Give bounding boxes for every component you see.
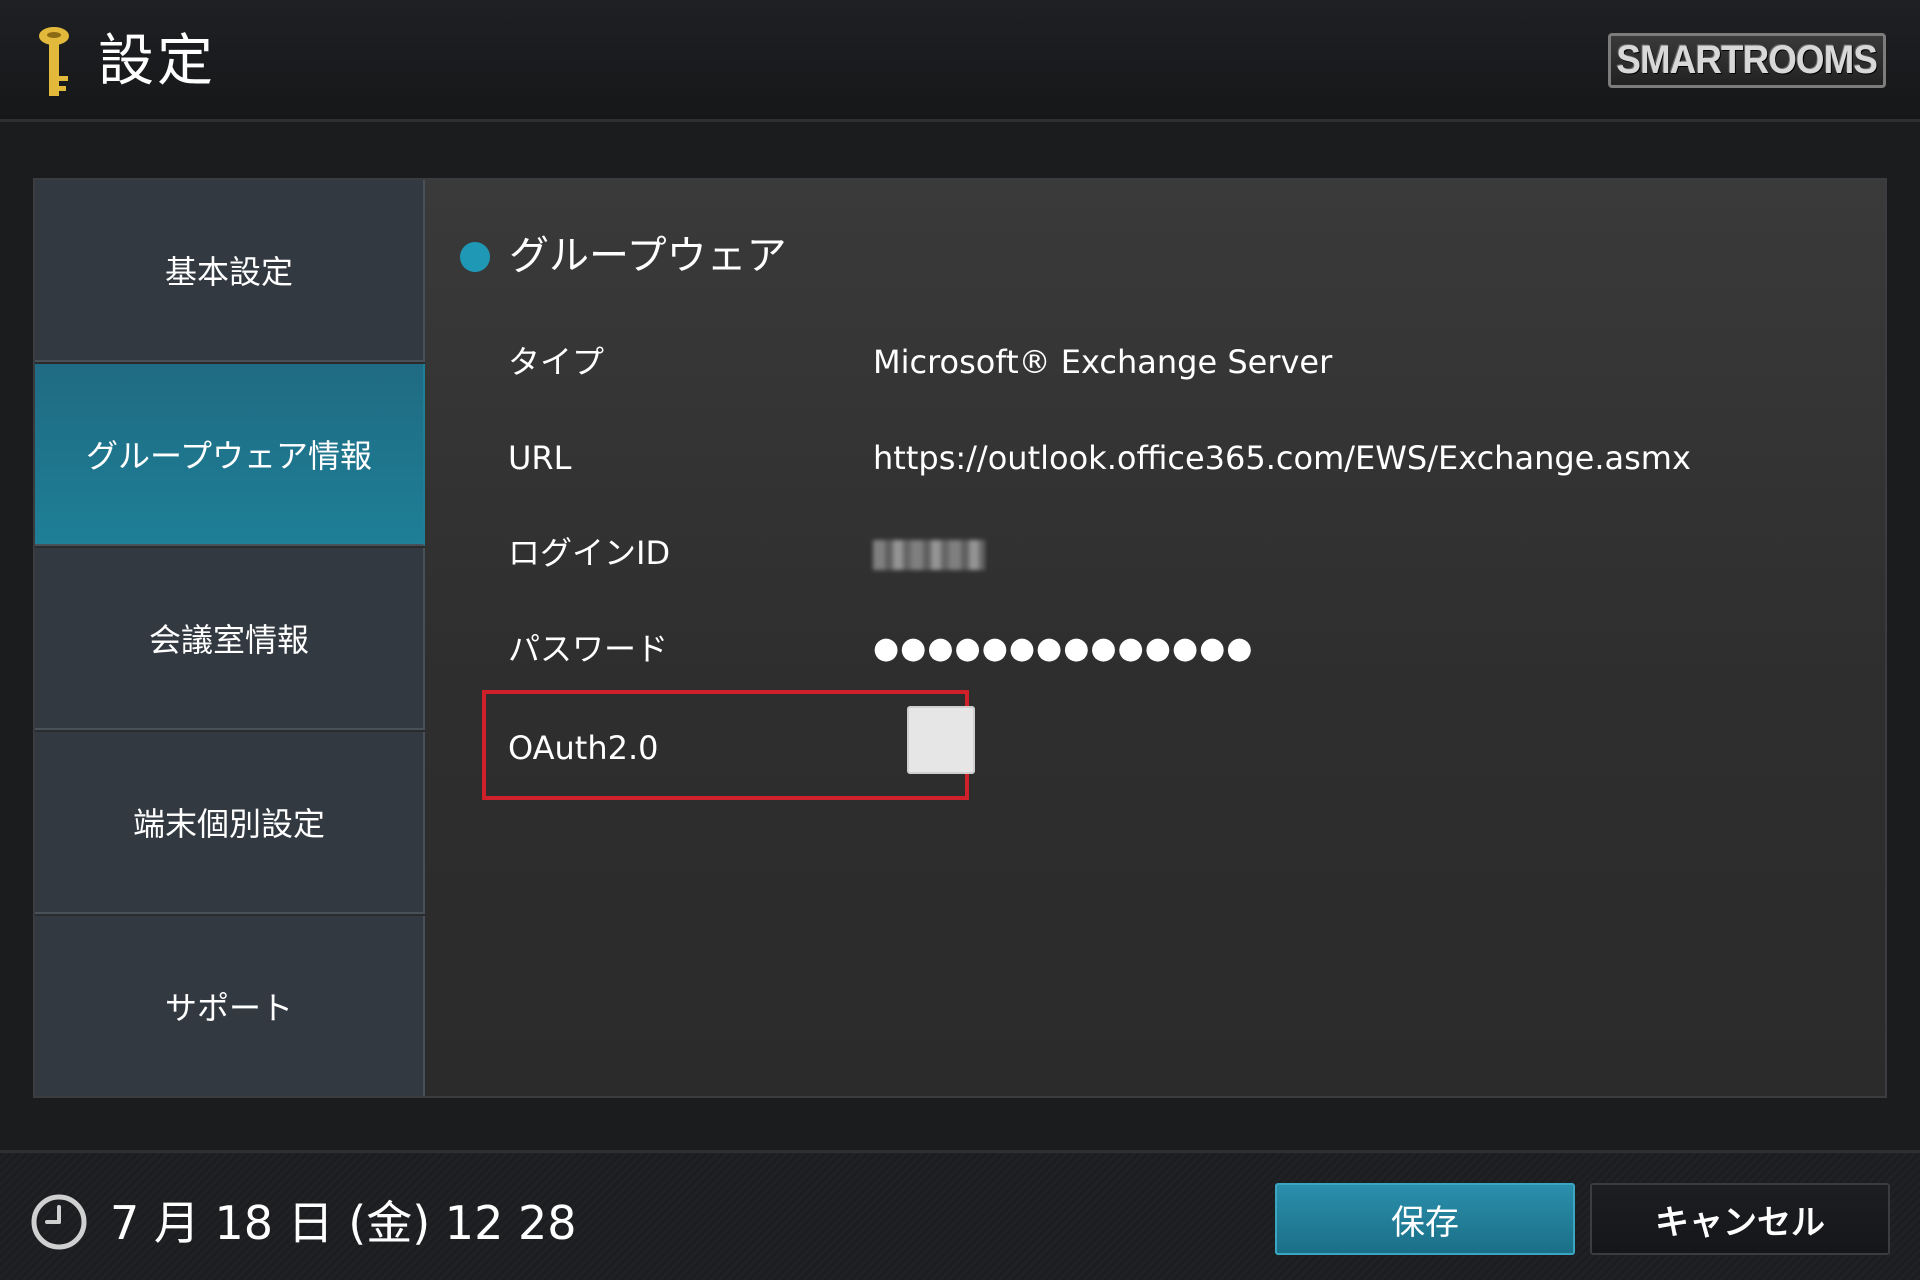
sidebar-item-groupware-info[interactable]: グループウェア情報	[35, 364, 425, 546]
section-title: グループウェア	[509, 233, 787, 279]
date-time: 7 月 18 日 (金) 12 28	[110, 1196, 577, 1250]
footer-bar: 7 月 18 日 (金) 12 28 保存 キャンセル	[0, 1150, 1920, 1280]
url-value: https://outlook.office365.com/EWS/Exchan…	[873, 439, 1691, 477]
settings-sidebar: 基本設定 グループウェア情報 会議室情報 端末個別設定 サポート	[35, 180, 425, 1096]
groupware-panel: グループウェア タイプ Microsoft® Exchange Server U…	[425, 180, 1885, 1096]
type-value: Microsoft® Exchange Server	[873, 343, 1333, 381]
section-bullet-icon	[460, 242, 490, 272]
login-id-label: ログインID	[508, 534, 671, 572]
sidebar-item-room-info[interactable]: 会議室情報	[35, 548, 425, 730]
sidebar-item-support[interactable]: サポート	[35, 916, 425, 1096]
clock-icon	[31, 1194, 87, 1250]
url-label: URL	[508, 439, 572, 477]
sidebar-item-label: 会議室情報	[148, 621, 309, 659]
settings-content: 基本設定 グループウェア情報 会議室情報 端末個別設定 サポート グループウェア…	[33, 178, 1887, 1098]
sidebar-item-label: グループウェア情報	[85, 437, 373, 475]
oauth-label: OAuth2.0	[508, 729, 659, 767]
oauth-checkbox[interactable]	[907, 706, 975, 774]
sidebar-item-device-settings[interactable]: 端末個別設定	[35, 732, 425, 914]
type-label: タイプ	[508, 343, 605, 381]
sidebar-item-basic-settings[interactable]: 基本設定	[35, 180, 425, 362]
password-label: パスワード	[508, 630, 669, 668]
header-bar: 設定 SMARTROOMS	[0, 0, 1920, 122]
sidebar-item-label: 端末個別設定	[132, 805, 325, 843]
password-value: ●●●●●●●●●●●●●●	[873, 631, 1254, 666]
sidebar-item-label: 基本設定	[164, 253, 293, 291]
logo-text: SMARTROOMS	[1616, 38, 1879, 82]
save-button[interactable]: 保存	[1275, 1183, 1575, 1255]
cancel-button[interactable]: キャンセル	[1590, 1183, 1890, 1255]
login-id-value	[873, 533, 985, 573]
key-icon	[39, 27, 69, 96]
page-title: 設定	[98, 29, 216, 94]
sidebar-item-label: サポート	[164, 989, 293, 1027]
smartrooms-logo: SMARTROOMS	[1608, 33, 1886, 88]
blurred-login-id	[873, 540, 985, 570]
